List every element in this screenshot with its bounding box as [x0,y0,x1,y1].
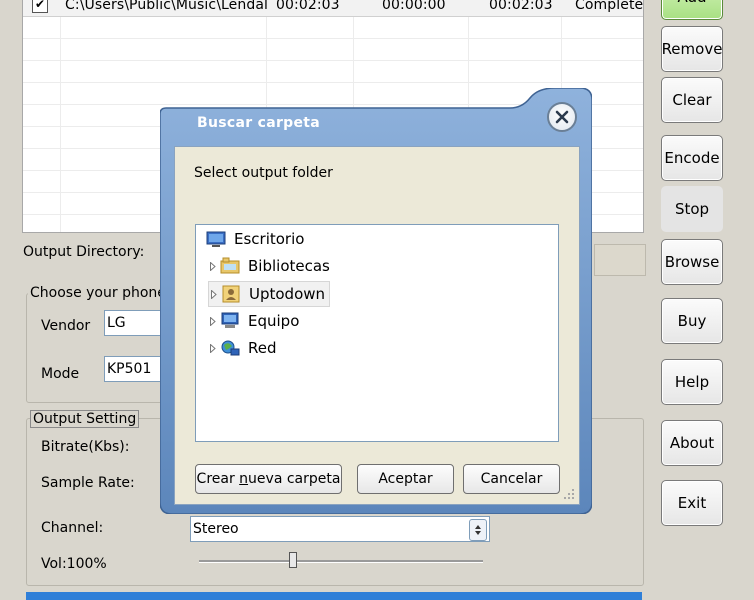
volume-label: Vol:100% [41,556,107,572]
file-path-cell: C:\Users\Public\Music\Lendal [65,0,269,13]
vendor-select[interactable]: LG [104,310,166,336]
volume-slider-thumb[interactable] [288,552,297,568]
new-folder-label-part: ueva carpeta [248,471,341,487]
duration-cell: 00:02:03 [276,0,340,13]
vendor-label: Vendor [41,318,91,334]
close-icon [555,110,569,124]
new-folder-mnemonic: n [239,471,249,487]
desktop-icon [206,231,226,247]
tree-item-label: Uptodown [249,285,326,303]
channel-label: Channel: [41,520,104,536]
table-row[interactable]: ✔ C:\Users\Public\Music\Lendal 00:02:03 … [23,0,643,17]
start-time-cell: 00:00:00 [382,0,446,13]
channel-select[interactable]: Stereo [190,516,490,542]
about-button[interactable]: About [661,420,723,466]
bitrate-label: Bitrate(Kbs): [41,439,130,455]
grid-line [60,0,61,232]
encode-button[interactable]: Encode [661,135,723,181]
channel-value: Stereo [193,521,239,537]
close-button[interactable] [547,102,577,132]
cancel-button[interactable]: Cancelar [463,464,560,494]
grid-line [23,82,643,83]
tree-item-label: Red [248,339,277,357]
tree-item-label: Escritorio [234,230,305,248]
network-icon [221,340,240,356]
computer-icon [221,312,239,328]
end-time-cell: 00:02:03 [489,0,553,13]
progress-bar [26,592,642,600]
folder-tree[interactable]: Escritorio Bibliotecas Uptodown Equipo R [195,224,559,442]
sample-rate-label: Sample Rate: [41,475,135,491]
expand-arrow-icon[interactable] [208,343,217,353]
tree-item-label: Equipo [248,312,300,330]
stop-button[interactable]: Stop [661,186,723,232]
output-setting-title: Output Setting [30,410,140,428]
tree-item-bibliotecas[interactable]: Bibliotecas [208,254,330,278]
output-directory-label: Output Directory: [23,244,145,260]
mode-label: Mode [41,366,80,382]
dialog-message: Select output folder [194,165,333,181]
status-cell: Complete [575,0,644,13]
resize-grip-icon[interactable] [561,486,575,500]
browse-button[interactable]: Browse [661,239,723,285]
new-folder-button[interactable]: Crear n ueva carpeta [195,464,342,494]
exit-button[interactable]: Exit [661,480,723,526]
grid-line [23,38,643,39]
output-directory-field[interactable] [594,244,646,276]
expand-arrow-icon[interactable] [208,261,217,271]
user-folder-icon [222,285,240,303]
buy-button[interactable]: Buy [661,298,723,344]
tree-item-red[interactable]: Red [208,336,277,360]
dialog-body: Select output folder Escritorio Bibliote… [174,146,580,505]
row-checkbox[interactable]: ✔ [32,0,48,13]
help-button[interactable]: Help [661,359,723,405]
tree-item-escritorio[interactable]: Escritorio [206,227,304,251]
browse-folder-dialog: Buscar carpeta Select output folder Escr… [160,88,592,514]
remove-button[interactable]: Remove [661,26,723,72]
mode-select[interactable]: KP501 [104,356,166,382]
spin-arrows-icon[interactable] [469,519,487,541]
expand-arrow-icon[interactable] [208,316,217,326]
phone-group-title: Choose your phone v [28,285,181,301]
grid-line [23,60,643,61]
clear-button[interactable]: Clear [661,77,723,123]
tree-item-uptodown[interactable]: Uptodown [208,281,331,307]
dialog-title: Buscar carpeta [197,115,321,131]
libraries-icon [220,257,240,274]
add-button[interactable]: Add [661,0,723,20]
tree-item-label: Bibliotecas [248,257,330,275]
new-folder-label-part: Crear [196,471,240,487]
ok-button[interactable]: Aceptar [357,464,454,494]
volume-slider-track[interactable] [199,560,483,563]
tree-item-equipo[interactable]: Equipo [208,309,299,333]
expand-arrow-icon[interactable] [209,289,218,299]
